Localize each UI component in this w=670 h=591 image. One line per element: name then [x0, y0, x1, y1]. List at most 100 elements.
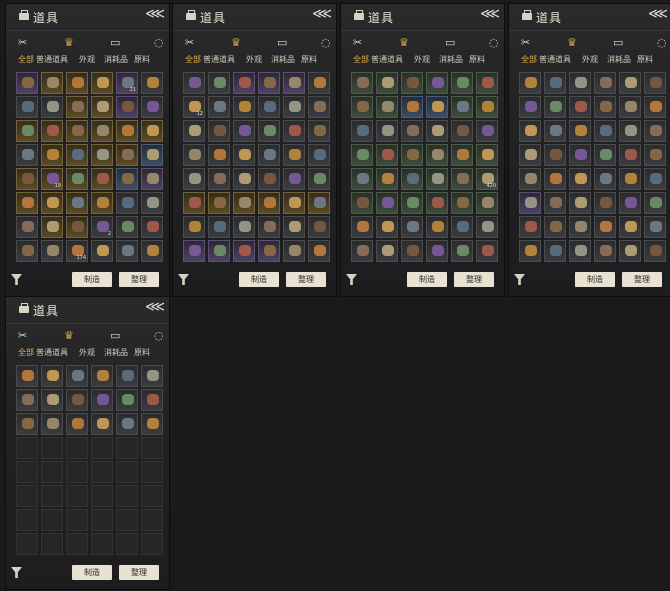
item-slot[interactable]	[351, 96, 373, 118]
item-slot[interactable]	[208, 240, 230, 262]
item-slot[interactable]	[258, 216, 280, 238]
item-slot[interactable]	[451, 240, 473, 262]
tab-3[interactable]: 消耗品	[104, 347, 128, 358]
item-slot[interactable]: 12	[183, 96, 205, 118]
wardrobe-icon[interactable]: ▭	[613, 36, 623, 49]
crossed-tools-icon[interactable]: ✂	[353, 36, 362, 49]
bag-category-icon[interactable]: ♛	[64, 36, 74, 49]
tab-4[interactable]: 原料	[301, 54, 317, 65]
item-slot[interactable]	[401, 240, 423, 262]
tab-2[interactable]: 外观	[246, 54, 262, 65]
organize-button[interactable]: 整理	[454, 272, 494, 287]
item-slot[interactable]	[569, 240, 591, 262]
craft-button[interactable]: 制造	[72, 272, 112, 287]
item-slot[interactable]	[476, 240, 498, 262]
item-slot[interactable]	[401, 168, 423, 190]
bag-category-icon[interactable]: ♛	[567, 36, 577, 49]
item-slot[interactable]	[644, 120, 666, 142]
item-slot[interactable]	[569, 96, 591, 118]
item-slot[interactable]	[351, 216, 373, 238]
item-slot[interactable]	[619, 192, 641, 214]
item-slot[interactable]	[401, 216, 423, 238]
item-slot[interactable]	[141, 240, 163, 262]
item-slot[interactable]	[233, 168, 255, 190]
item-slot[interactable]	[66, 72, 88, 94]
item-slot[interactable]	[644, 72, 666, 94]
tab-2[interactable]: 外观	[414, 54, 430, 65]
item-slot[interactable]	[594, 72, 616, 94]
craft-button[interactable]: 制造	[407, 272, 447, 287]
item-slot[interactable]	[16, 144, 38, 166]
item-slot[interactable]	[91, 144, 113, 166]
item-slot[interactable]	[16, 96, 38, 118]
item-slot[interactable]	[476, 144, 498, 166]
item-slot[interactable]	[208, 192, 230, 214]
item-slot[interactable]: 420	[476, 168, 498, 190]
item-slot[interactable]	[619, 144, 641, 166]
item-slot[interactable]	[16, 72, 38, 94]
item-slot[interactable]	[183, 144, 205, 166]
item-slot[interactable]	[141, 413, 163, 435]
item-slot[interactable]	[141, 120, 163, 142]
item-slot[interactable]	[208, 96, 230, 118]
item-slot[interactable]	[116, 485, 138, 507]
item-slot[interactable]	[569, 192, 591, 214]
item-slot[interactable]	[233, 144, 255, 166]
item-slot[interactable]	[41, 192, 63, 214]
item-slot[interactable]	[283, 96, 305, 118]
item-slot[interactable]	[283, 72, 305, 94]
item-slot[interactable]	[66, 533, 88, 555]
item-slot[interactable]	[544, 240, 566, 262]
item-slot[interactable]	[569, 216, 591, 238]
item-slot[interactable]	[116, 365, 138, 387]
item-slot[interactable]	[544, 96, 566, 118]
tab-0[interactable]: 全部	[18, 347, 34, 358]
item-slot[interactable]	[16, 365, 38, 387]
item-slot[interactable]	[16, 533, 38, 555]
item-slot[interactable]	[141, 509, 163, 531]
item-slot[interactable]	[41, 389, 63, 411]
bag-category-icon[interactable]: ♛	[399, 36, 409, 49]
item-slot[interactable]	[544, 72, 566, 94]
item-slot[interactable]	[544, 168, 566, 190]
craft-button[interactable]: 制造	[72, 565, 112, 580]
item-slot[interactable]	[644, 96, 666, 118]
item-slot[interactable]	[476, 120, 498, 142]
item-slot[interactable]	[116, 533, 138, 555]
filter-icon[interactable]	[346, 274, 357, 285]
item-slot[interactable]	[644, 216, 666, 238]
item-slot[interactable]	[66, 120, 88, 142]
item-slot[interactable]	[16, 120, 38, 142]
item-slot[interactable]	[116, 120, 138, 142]
item-slot[interactable]	[283, 168, 305, 190]
back-arrow-icon[interactable]: ⋘	[648, 6, 668, 22]
item-slot[interactable]	[41, 485, 63, 507]
item-slot[interactable]	[376, 192, 398, 214]
item-slot[interactable]	[16, 168, 38, 190]
item-slot[interactable]	[116, 389, 138, 411]
item-slot[interactable]	[258, 192, 280, 214]
item-slot[interactable]	[208, 120, 230, 142]
item-slot[interactable]	[233, 192, 255, 214]
item-slot[interactable]	[141, 96, 163, 118]
item-slot[interactable]	[116, 240, 138, 262]
item-slot[interactable]	[519, 192, 541, 214]
item-slot[interactable]	[619, 216, 641, 238]
organize-button[interactable]: 整理	[119, 565, 159, 580]
item-slot[interactable]	[594, 144, 616, 166]
item-slot[interactable]	[258, 168, 280, 190]
settings-icon[interactable]: ◌	[321, 36, 331, 49]
item-slot[interactable]	[519, 72, 541, 94]
item-slot[interactable]	[141, 192, 163, 214]
item-slot[interactable]	[569, 168, 591, 190]
item-slot[interactable]	[16, 509, 38, 531]
item-slot[interactable]	[351, 72, 373, 94]
item-slot[interactable]	[544, 192, 566, 214]
item-slot[interactable]	[401, 72, 423, 94]
item-slot[interactable]	[619, 72, 641, 94]
organize-button[interactable]: 整理	[622, 272, 662, 287]
item-slot[interactable]	[208, 144, 230, 166]
item-slot[interactable]	[233, 240, 255, 262]
item-slot[interactable]	[351, 144, 373, 166]
item-slot[interactable]	[308, 240, 330, 262]
